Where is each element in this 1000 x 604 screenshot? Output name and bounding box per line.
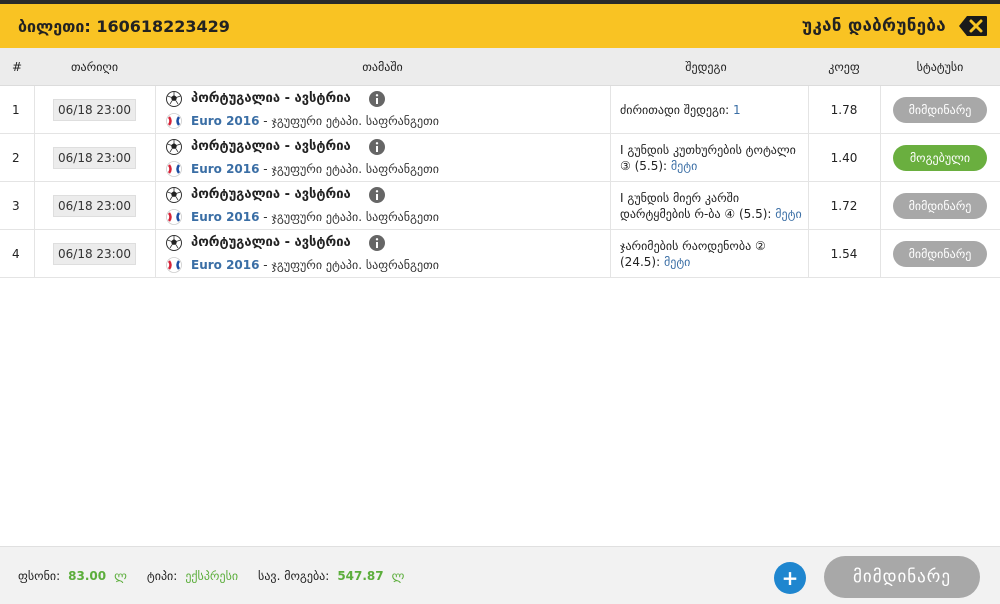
ticket-footer: ფსონი: 83.00 ლ ტიპი: ექსპრესი სავ. მოგებ… (0, 546, 1000, 604)
event-description: ჯარიმების რაოდენობა ② (24.5): (620, 238, 766, 269)
currency-icon: ლ (391, 568, 405, 583)
info-icon[interactable] (368, 186, 385, 203)
back-label: უკან დაბრუნება (801, 16, 946, 36)
odds-value: 1.78 (830, 102, 858, 117)
ticket-status-button[interactable]: მიმდინარე (824, 556, 980, 598)
tournament-stage: - ჯგუფური ეტაპი. საფრანგეთი (259, 113, 439, 128)
currency-icon: ლ (114, 568, 127, 583)
row-number: 3 (12, 198, 20, 213)
tournament-name[interactable]: Euro 2016 (191, 162, 259, 176)
type-value: ექსპრესი (185, 568, 239, 583)
euro-flag-icon (166, 160, 182, 177)
match-date: 06/18 23:00 (53, 242, 136, 265)
football-icon (166, 90, 182, 107)
euro-flag-icon (166, 112, 182, 129)
stake-info: ფსონი: 83.00 ლ (18, 569, 127, 583)
back-button[interactable]: უკან დაბრუნება (802, 15, 988, 37)
col-header-status: სტატუსი (916, 59, 964, 74)
add-button[interactable]: + (774, 562, 806, 594)
row-number: 2 (12, 150, 20, 165)
table-row: 2 06/18 23:00 პორტუგალია - ავსტრია Euro … (0, 134, 1000, 182)
event-value: მეტი (670, 158, 698, 173)
potential-win-value: 547.87 (337, 568, 384, 583)
info-icon[interactable] (368, 138, 385, 155)
event-description: I გუნდის კუთხურების ტოტალი ③ (5.5): (620, 142, 796, 173)
odds-value: 1.54 (830, 246, 858, 261)
type-info: ტიპი: ექსპრესი (147, 569, 238, 583)
col-header-event: შედეგი (685, 59, 727, 74)
type-label: ტიპი: (146, 568, 178, 583)
match-teams[interactable]: პორტუგალია - ავსტრია (191, 187, 351, 202)
match-teams[interactable]: პორტუგალია - ავსტრია (191, 235, 351, 250)
event-value: 1 (733, 102, 741, 117)
info-icon[interactable] (368, 90, 385, 107)
col-header-num: # (12, 59, 23, 74)
table-header: # თარიღი თამაში შედეგი კოეფ სტატუსი (0, 48, 1000, 86)
ticket-header: ბილეთი: 160618223429 უკან დაბრუნება (0, 4, 1000, 48)
row-number: 1 (12, 102, 20, 117)
tournament-name[interactable]: Euro 2016 (191, 258, 259, 272)
info-icon[interactable] (368, 234, 385, 251)
stake-value: 83.00 (68, 568, 107, 583)
potential-win-label: სავ. მოგება: (258, 568, 330, 583)
table-row: 1 06/18 23:00 პორტუგალია - ავსტრია Euro … (0, 86, 1000, 134)
row-number: 4 (12, 246, 20, 261)
table-row: 3 06/18 23:00 პორტუგალია - ავსტრია Euro … (0, 182, 1000, 230)
tournament-stage: - ჯგუფური ეტაპი. საფრანგეთი (259, 209, 439, 224)
match-teams[interactable]: პორტუგალია - ავსტრია (191, 91, 351, 106)
euro-flag-icon (166, 256, 182, 273)
match-date: 06/18 23:00 (53, 146, 136, 169)
col-header-odds: კოეფ (828, 59, 860, 74)
potential-win-info: სავ. მოგება: 547.87 ლ (258, 569, 404, 583)
ticket-id: ბილეთი: 160618223429 (18, 16, 230, 36)
football-icon (166, 138, 182, 155)
table-row: 4 06/18 23:00 პორტუგალია - ავსტრია Euro … (0, 230, 1000, 278)
tournament-name[interactable]: Euro 2016 (191, 210, 259, 224)
event-description: I გუნდის მიერ კარში დარტყმების რ-ბა ④ (5… (620, 190, 776, 221)
event-description: ძირითადი შედეგი: (620, 102, 734, 117)
stake-label: ფსონი: (18, 568, 61, 583)
tournament-stage: - ჯგუფური ეტაპი. საფრანგეთი (259, 257, 439, 272)
euro-flag-icon (166, 208, 182, 225)
football-icon (166, 186, 182, 203)
odds-value: 1.72 (830, 198, 858, 213)
col-header-game: თამაში (362, 59, 403, 74)
tournament-stage: - ჯგუფური ეტაპი. საფრანგეთი (259, 161, 439, 176)
event-value: მეტი (775, 206, 802, 221)
match-date: 06/18 23:00 (53, 98, 136, 121)
col-header-date: თარიღი (70, 59, 119, 74)
status-badge[interactable]: მიმდინარე (893, 240, 987, 267)
event-value: მეტი (663, 254, 691, 269)
backspace-icon (959, 16, 987, 36)
odds-value: 1.40 (830, 150, 858, 165)
status-badge[interactable]: მიმდინარე (893, 96, 987, 123)
status-badge[interactable]: მოგებული (893, 144, 987, 171)
status-badge[interactable]: მიმდინარე (893, 192, 987, 219)
tournament-name[interactable]: Euro 2016 (191, 114, 259, 128)
match-date: 06/18 23:00 (53, 194, 136, 217)
football-icon (166, 234, 182, 251)
match-teams[interactable]: პორტუგალია - ავსტრია (191, 139, 351, 154)
